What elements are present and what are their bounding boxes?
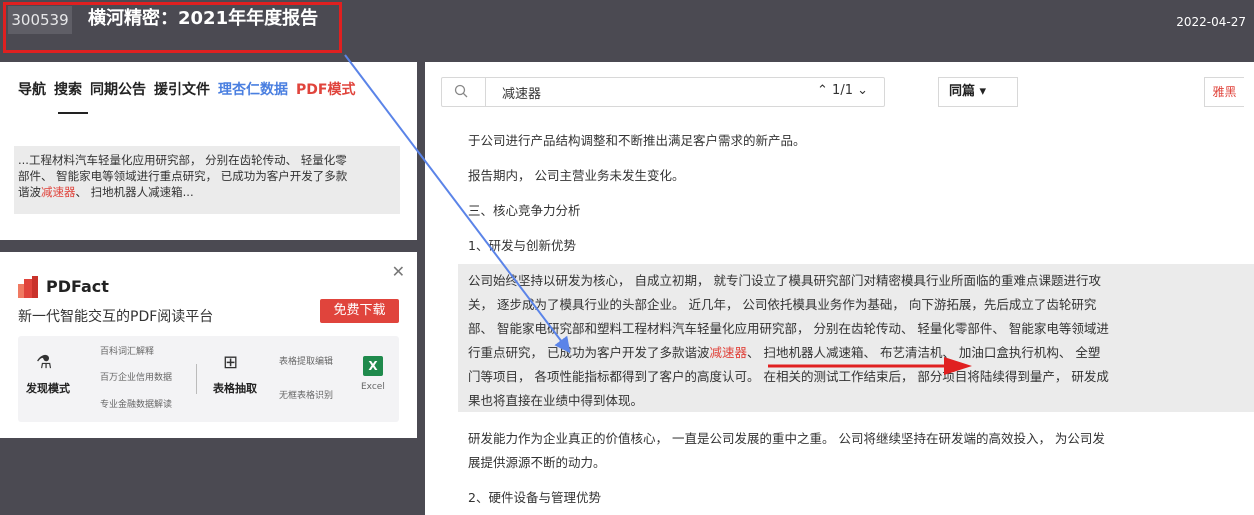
annotation-arrows bbox=[344, 54, 972, 375]
blue-annotation-arrow bbox=[344, 54, 571, 354]
red-annotation-arrow bbox=[768, 357, 972, 375]
